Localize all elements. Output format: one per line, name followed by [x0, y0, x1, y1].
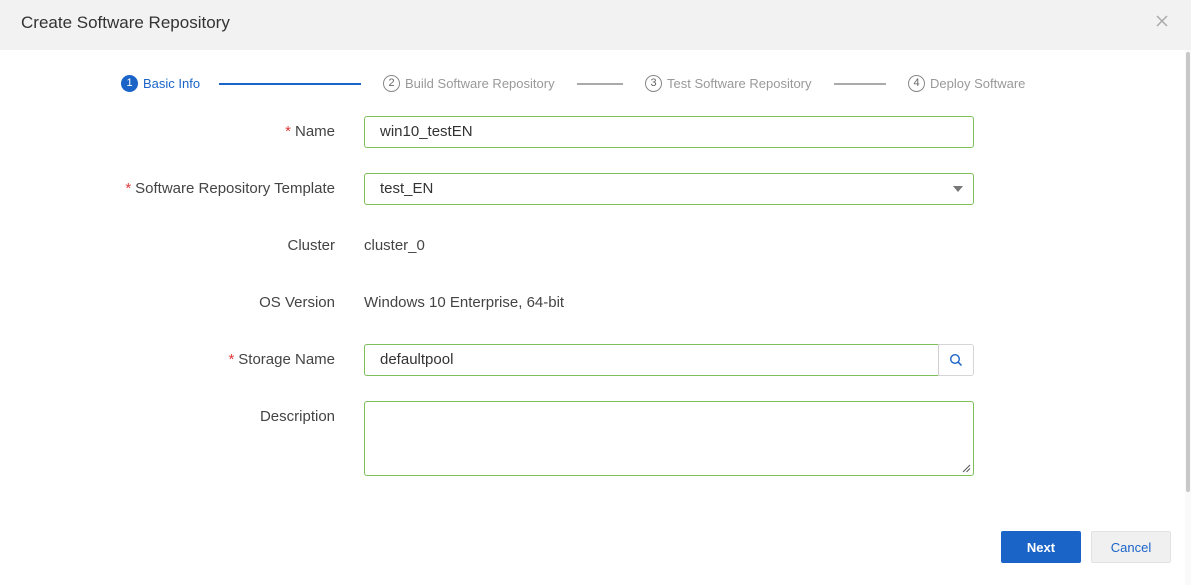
step-connector — [834, 83, 886, 85]
storage-name-label: * Storage Name — [35, 351, 335, 368]
description-textarea[interactable] — [364, 401, 974, 476]
step-deploy-software: 4 Deploy Software — [908, 74, 1025, 92]
required-mark: * — [228, 351, 235, 368]
step-number: 1 — [121, 74, 138, 92]
step-label: Test Software Repository — [667, 75, 812, 91]
step-test-repository: 3 Test Software Repository — [645, 74, 812, 92]
scrollbar-thumb[interactable] — [1186, 52, 1190, 492]
storage-name-input[interactable]: defaultpool — [364, 344, 939, 376]
step-connector — [577, 83, 623, 85]
step-label: Deploy Software — [930, 75, 1026, 91]
cluster-label: Cluster — [287, 237, 335, 254]
dialog-header: Create Software Repository — [0, 0, 1191, 50]
close-button[interactable] — [1153, 12, 1171, 30]
name-input[interactable]: win10_testEN — [364, 116, 974, 148]
step-number: 2 — [383, 74, 400, 92]
description-label: Description — [259, 408, 335, 425]
template-label-text: Software Repository Template — [135, 180, 335, 197]
search-icon — [949, 353, 963, 367]
step-label: Basic Info — [143, 75, 201, 91]
template-select[interactable]: test_EN — [364, 173, 974, 205]
cancel-button[interactable]: Cancel — [1091, 531, 1171, 563]
template-select-value: test_EN — [380, 180, 434, 197]
storage-name-label-text: Storage Name — [238, 351, 335, 368]
close-icon — [1156, 15, 1168, 27]
name-label: * Name — [35, 123, 335, 140]
next-button[interactable]: Next — [1001, 531, 1081, 563]
storage-search-button[interactable] — [938, 344, 974, 376]
step-basic-info: 1 Basic Info — [121, 74, 200, 92]
step-number: 4 — [908, 74, 925, 92]
dialog-title: Create Software Repository — [21, 13, 230, 32]
required-mark: * — [125, 180, 132, 197]
os-version-label: OS Version — [259, 294, 335, 311]
cluster-value: cluster_0 — [364, 237, 425, 254]
template-label: * Software Repository Template — [35, 180, 335, 197]
step-number: 3 — [645, 74, 662, 92]
step-build-repository: 2 Build Software Repository — [383, 74, 555, 92]
step-connector — [219, 83, 361, 85]
required-mark: * — [285, 123, 291, 140]
os-version-value: Windows 10 Enterprise, 64-bit — [364, 294, 565, 311]
resize-grip-icon[interactable] — [962, 464, 971, 473]
step-label: Build Software Repository — [405, 75, 555, 91]
name-label-text: Name — [294, 123, 335, 140]
chevron-down-icon — [953, 186, 963, 192]
